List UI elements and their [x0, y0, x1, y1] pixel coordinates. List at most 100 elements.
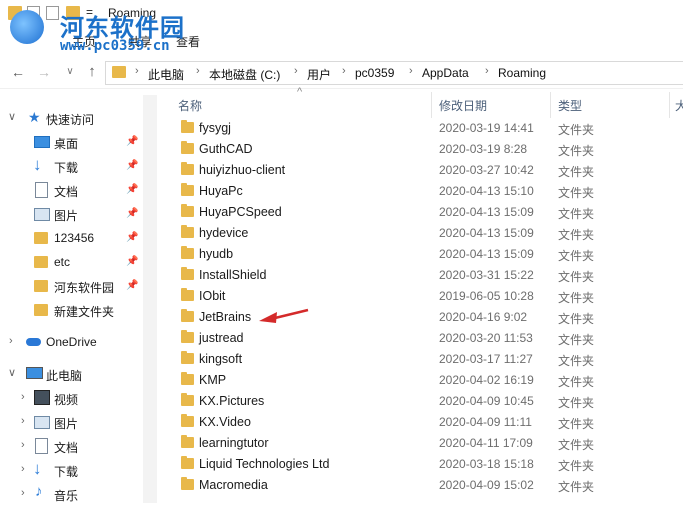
- table-row[interactable]: HuyaPCSpeed 2020-04-13 15:09 文件夹: [157, 202, 683, 223]
- chevron-right-icon[interactable]: ›: [135, 65, 139, 77]
- file-name[interactable]: hydevice: [199, 226, 248, 240]
- chevron-down-icon[interactable]: ∨: [8, 366, 16, 379]
- sidebar-item-etc[interactable]: etc 📌: [0, 250, 143, 274]
- sidebar-item-quick-access[interactable]: ∨ ★ 快速访问: [0, 106, 143, 130]
- file-name[interactable]: HuyaPc: [199, 184, 243, 198]
- chevron-right-icon[interactable]: ›: [409, 65, 413, 77]
- file-name[interactable]: kingsoft: [199, 352, 242, 366]
- breadcrumb-local-disk[interactable]: 本地磁盘 (C:): [209, 66, 280, 83]
- file-name[interactable]: justread: [199, 331, 243, 345]
- table-row[interactable]: KMP 2020-04-02 16:19 文件夹: [157, 370, 683, 391]
- table-row[interactable]: Macromedia 2020-04-09 15:02 文件夹: [157, 475, 683, 496]
- sidebar-item-this-pc[interactable]: ∨ 此电脑: [0, 362, 143, 386]
- address-bar[interactable]: › 此电脑 › 本地磁盘 (C:) › 用户 › pc0359 › AppDat…: [105, 61, 683, 85]
- column-header-name[interactable]: 名称: [178, 97, 202, 114]
- back-arrow-icon[interactable]: ←: [10, 64, 26, 80]
- table-row[interactable]: kingsoft 2020-03-17 11:27 文件夹: [157, 349, 683, 370]
- breadcrumb-pc0359[interactable]: pc0359: [355, 66, 394, 80]
- file-name[interactable]: Liquid Technologies Ltd: [199, 457, 329, 471]
- file-name[interactable]: KX.Video: [199, 415, 251, 429]
- chevron-right-icon[interactable]: ›: [485, 65, 489, 77]
- column-divider[interactable]: [669, 92, 670, 118]
- cloud-icon: [26, 338, 41, 346]
- column-header-date[interactable]: 修改日期: [439, 97, 487, 114]
- sidebar-item-downloads[interactable]: ↓ 下载 📌: [0, 154, 143, 178]
- sidebar-item-pictures[interactable]: 图片 📌: [0, 202, 143, 226]
- chevron-right-icon[interactable]: ›: [21, 391, 25, 403]
- breadcrumb-roaming[interactable]: Roaming: [498, 66, 546, 80]
- pin-icon[interactable]: 📌: [126, 208, 138, 219]
- sidebar-item-123456[interactable]: 123456 📌: [0, 226, 143, 250]
- table-row[interactable]: learningtutor 2020-04-11 17:09 文件夹: [157, 433, 683, 454]
- pin-icon[interactable]: 📌: [126, 232, 138, 243]
- sidebar-item-onedrive[interactable]: › OneDrive: [0, 330, 143, 354]
- chevron-right-icon[interactable]: ›: [21, 415, 25, 427]
- column-header-size[interactable]: 大: [675, 97, 683, 114]
- table-row[interactable]: Liquid Technologies Ltd 2020-03-18 15:18 文…: [157, 454, 683, 475]
- file-name[interactable]: GuthCAD: [199, 142, 253, 156]
- file-name[interactable]: KX.Pictures: [199, 394, 264, 408]
- sidebar-item-hedong[interactable]: 河东软件园 📌: [0, 274, 143, 298]
- modified-date: 2020-04-13 15:09: [439, 247, 534, 261]
- picture-icon: [34, 416, 50, 429]
- file-type: 文件夹: [558, 123, 595, 137]
- table-row[interactable]: hydevice 2020-04-13 15:09 文件夹: [157, 223, 683, 244]
- chevron-right-icon[interactable]: ›: [9, 335, 13, 347]
- sort-ascending-icon: ^: [297, 86, 303, 98]
- pin-icon[interactable]: 📌: [126, 280, 138, 291]
- column-divider[interactable]: [550, 92, 551, 118]
- file-name[interactable]: HuyaPCSpeed: [199, 205, 282, 219]
- chevron-right-icon[interactable]: ›: [294, 65, 298, 77]
- sidebar-item-music[interactable]: › ♪ 音乐: [0, 482, 143, 506]
- table-row[interactable]: justread 2020-03-20 11:53 文件夹: [157, 328, 683, 349]
- pin-icon[interactable]: 📌: [126, 256, 138, 267]
- file-name[interactable]: hyudb: [199, 247, 233, 261]
- table-row[interactable]: fysygj 2020-03-19 14:41 文件夹: [157, 118, 683, 139]
- file-name[interactable]: KMP: [199, 373, 226, 387]
- chevron-right-icon[interactable]: ›: [21, 487, 25, 499]
- forward-arrow-icon[interactable]: →: [36, 64, 52, 80]
- breadcrumb-users[interactable]: 用户: [307, 66, 331, 83]
- table-row[interactable]: KX.Video 2020-04-09 11:11 文件夹: [157, 412, 683, 433]
- up-arrow-icon[interactable]: ↑: [84, 64, 100, 80]
- file-name[interactable]: InstallShield: [199, 268, 266, 282]
- table-row[interactable]: GuthCAD 2020-03-19 8:28 文件夹: [157, 139, 683, 160]
- sidebar-item-videos[interactable]: › 视频: [0, 386, 143, 410]
- column-header-type[interactable]: 类型: [558, 97, 582, 114]
- column-divider[interactable]: [431, 92, 432, 118]
- table-row[interactable]: JetBrains 2020-04-16 9:02 文件夹: [157, 307, 683, 328]
- breadcrumb-this-pc[interactable]: 此电脑: [148, 66, 184, 83]
- sidebar-item-desktop[interactable]: 桌面 📌: [0, 130, 143, 154]
- sidebar-item-label: 图片: [54, 417, 79, 431]
- table-row[interactable]: hyudb 2020-04-13 15:09 文件夹: [157, 244, 683, 265]
- pin-icon[interactable]: 📌: [126, 160, 138, 171]
- sidebar-item-documents[interactable]: 文档 📌: [0, 178, 143, 202]
- file-name[interactable]: Macromedia: [199, 478, 268, 492]
- table-row[interactable]: HuyaPc 2020-04-13 15:10 文件夹: [157, 181, 683, 202]
- pin-icon[interactable]: 📌: [126, 136, 138, 147]
- document-icon: [35, 182, 48, 198]
- table-row[interactable]: InstallShield 2020-03-31 15:22 文件夹: [157, 265, 683, 286]
- file-name[interactable]: IObit: [199, 289, 225, 303]
- recent-locations-chevron-icon[interactable]: ∨: [62, 64, 78, 80]
- sidebar-item-pictures-pc[interactable]: › 图片: [0, 410, 143, 434]
- table-row[interactable]: huiyizhuo-client 2020-03-27 10:42 文件夹: [157, 160, 683, 181]
- sidebar-item-downloads-pc[interactable]: › ↓ 下载: [0, 458, 143, 482]
- sidebar-item-new-folder[interactable]: 新建文件夹: [0, 298, 143, 322]
- file-name[interactable]: huiyizhuo-client: [199, 163, 285, 177]
- pane-splitter[interactable]: [143, 95, 157, 503]
- pin-icon[interactable]: 📌: [126, 184, 138, 195]
- file-name[interactable]: fysygj: [199, 121, 231, 135]
- breadcrumb-appdata[interactable]: AppData: [422, 66, 469, 80]
- file-name[interactable]: learningtutor: [199, 436, 269, 450]
- chevron-right-icon[interactable]: ›: [21, 439, 25, 451]
- sidebar-item-documents-pc[interactable]: › 文档: [0, 434, 143, 458]
- chevron-right-icon[interactable]: ›: [342, 65, 346, 77]
- chevron-right-icon[interactable]: ›: [196, 65, 200, 77]
- sidebar-item-label: 视频: [54, 393, 79, 407]
- table-row[interactable]: KX.Pictures 2020-04-09 10:45 文件夹: [157, 391, 683, 412]
- chevron-down-icon[interactable]: ∨: [8, 110, 16, 123]
- chevron-right-icon[interactable]: ›: [21, 463, 25, 475]
- table-row[interactable]: IObit 2019-06-05 10:28 文件夹: [157, 286, 683, 307]
- file-name[interactable]: JetBrains: [199, 310, 251, 324]
